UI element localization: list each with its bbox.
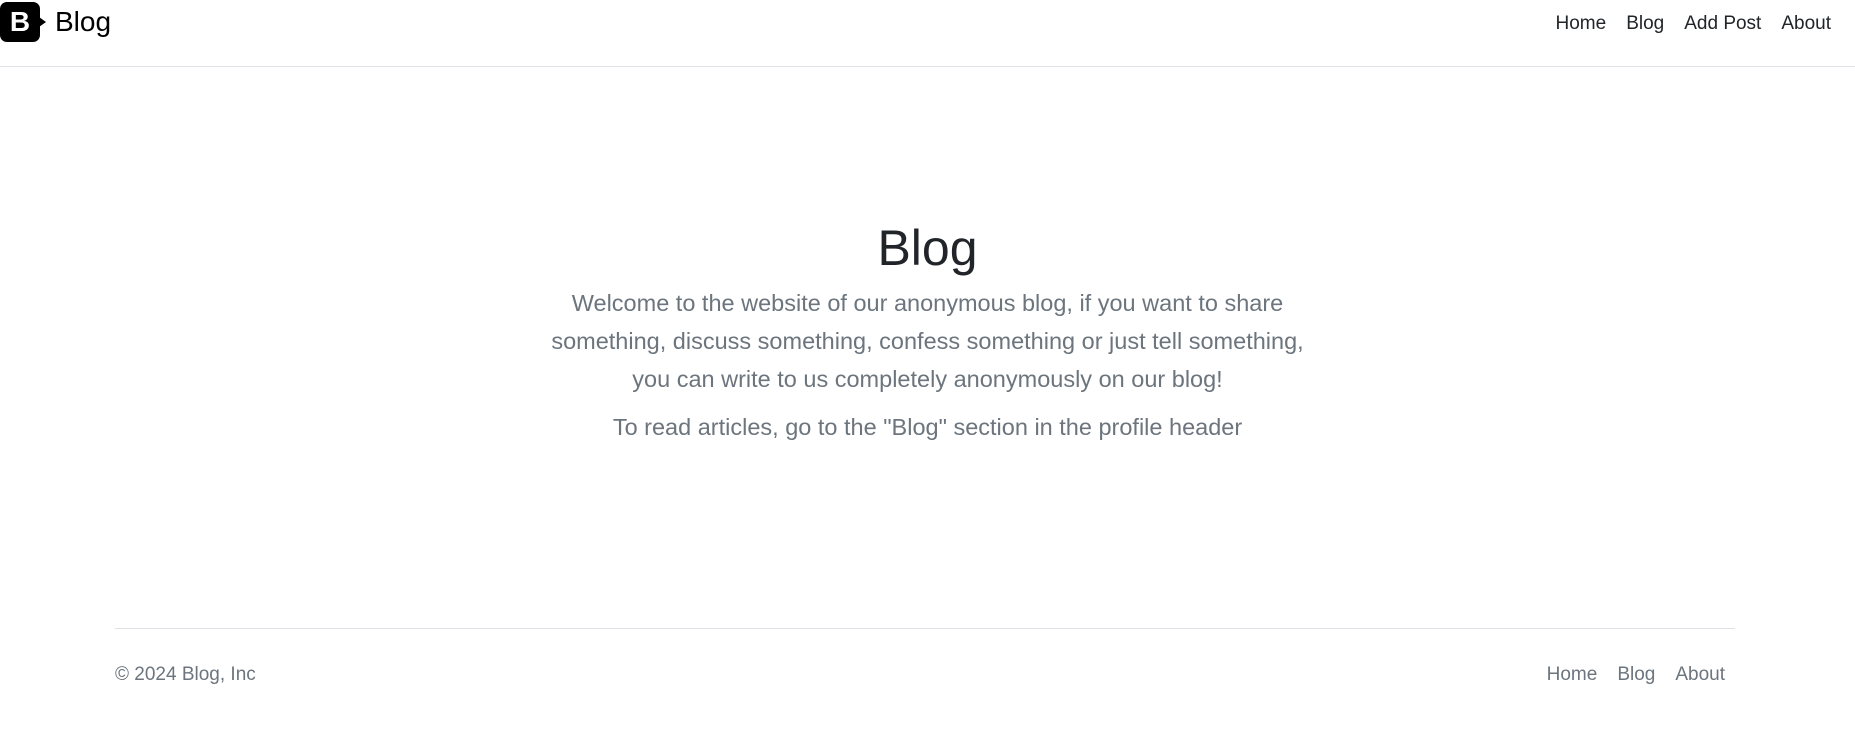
page-title: Blog [877,220,978,276]
footer-link-home[interactable]: Home [1537,663,1608,687]
bootstrap-logo-icon: B [0,2,46,42]
site-footer: © 2024 Blog, Inc Home Blog About [115,628,1735,708]
nav-link-add-post[interactable]: Add Post [1674,12,1771,36]
instruction-text: To read articles, go to the "Blog" secti… [612,414,1243,440]
nav-link-blog[interactable]: Blog [1616,12,1674,36]
copyright-text: © 2024 Blog, Inc [115,664,256,685]
nav-link-about[interactable]: About [1771,12,1841,36]
hero-section: Blog Welcome to the website of our anony… [0,218,1855,446]
footer-link-blog[interactable]: Blog [1607,663,1665,687]
footer-nav: Home Blog About [1537,663,1735,687]
footer-link-about[interactable]: About [1665,663,1735,687]
welcome-text: Welcome to the website of our anonymous … [551,290,1304,392]
header-nav: Home Blog Add Post About [1546,12,1841,36]
brand-link[interactable]: B Blog [0,2,111,42]
nav-link-home[interactable]: Home [1546,12,1617,36]
site-header: B Blog Home Blog Add Post About [0,0,1855,67]
brand-name: Blog [55,6,112,37]
